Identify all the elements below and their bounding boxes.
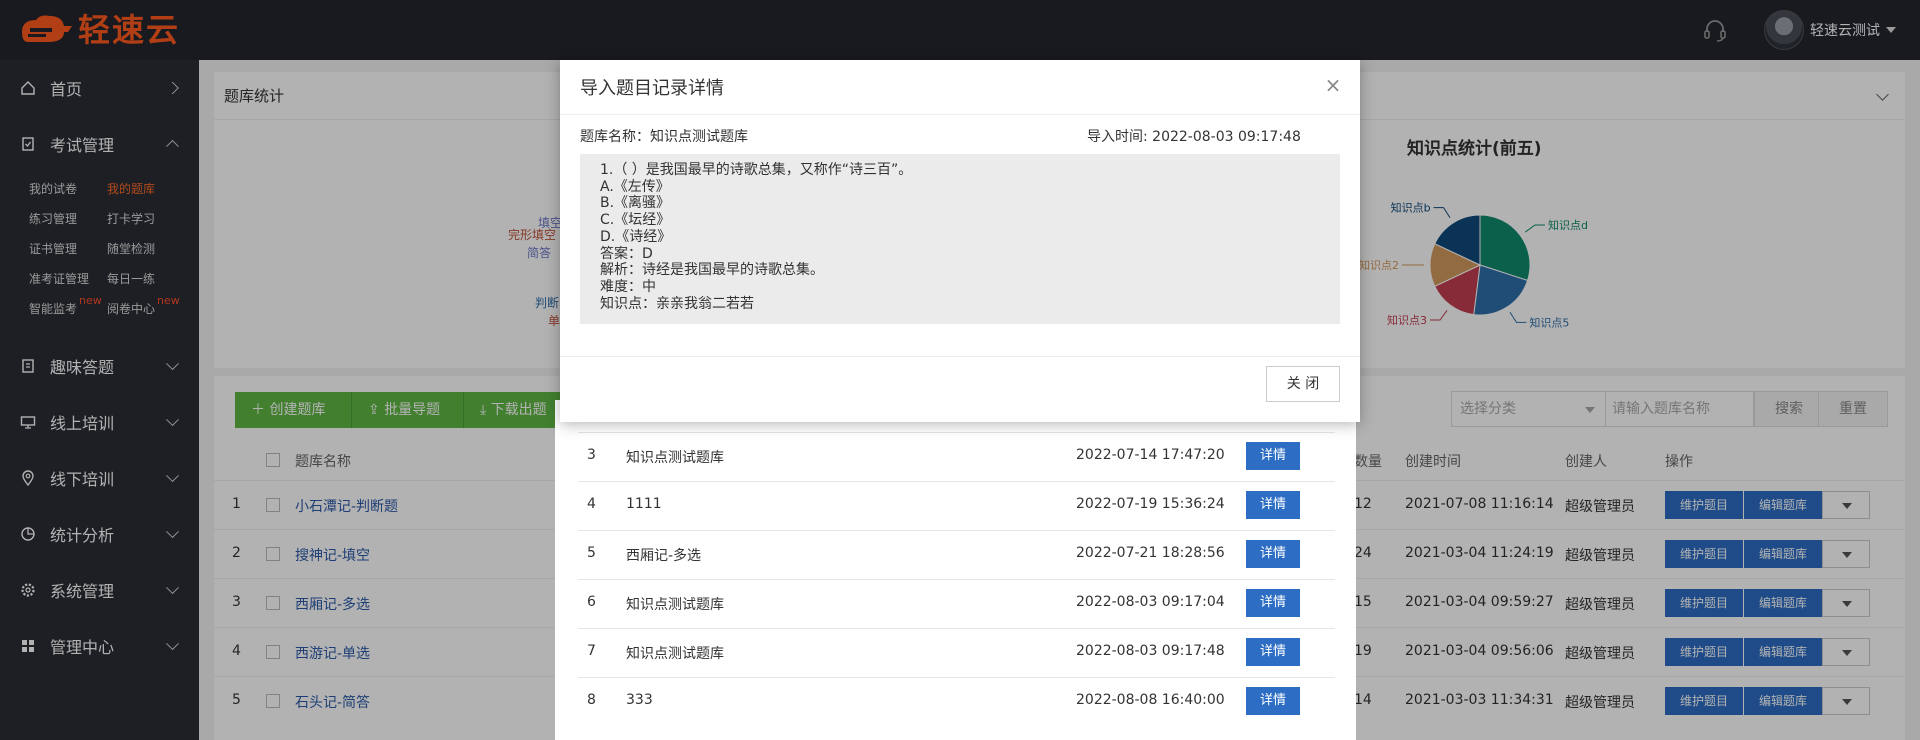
import-time: 2022-07-14 17:47:20 (1076, 447, 1225, 463)
question-line: 知识点：亲亲我翁二若若 (600, 295, 754, 312)
import-bank-name: 1111 (626, 496, 662, 512)
detail-button[interactable]: 详情 (1246, 442, 1300, 470)
question-line: B.《离骚》 (600, 195, 671, 212)
modal-divider (560, 356, 1360, 357)
import-row-number: 8 (587, 692, 596, 708)
import-time: 2022-08-03 09:17:48 (1076, 643, 1225, 659)
close-button[interactable]: 关 闭 (1266, 366, 1340, 402)
import-time: 2022-08-03 09:17:04 (1076, 594, 1225, 610)
question-line: C.《坛经》 (600, 212, 671, 229)
import-row-number: 7 (587, 643, 596, 659)
import-detail-modal: 导入题目记录详情 × 题库名称：知识点测试题库 导入时间: 2022-08-03… (560, 60, 1360, 422)
detail-button[interactable]: 详情 (1246, 540, 1300, 568)
question-line: A.《左传》 (600, 178, 670, 195)
detail-button[interactable]: 详情 (1246, 589, 1300, 617)
import-bank-name: 知识点测试题库 (626, 450, 724, 466)
import-bank-name: 知识点测试题库 (626, 646, 724, 662)
question-line: D.《诗经》 (600, 228, 672, 245)
bank-name-meta: 题库名称：知识点测试题库 (580, 129, 748, 145)
modal-title: 导入题目记录详情 (560, 60, 1360, 115)
import-time: 2022-07-19 15:36:24 (1076, 496, 1225, 512)
question-line: 解析：诗经是我国最早的诗歌总集。 (600, 262, 824, 279)
import-row-number: 5 (587, 545, 596, 561)
detail-button[interactable]: 详情 (1246, 687, 1300, 715)
import-bank-name: 知识点测试题库 (626, 597, 724, 613)
import-row-number: 4 (587, 496, 596, 512)
question-line: 难度：中 (600, 278, 656, 295)
import-bank-name: 西厢记-多选 (626, 548, 702, 564)
import-bank-name: 333 (626, 692, 653, 708)
import-time-meta: 导入时间: 2022-08-03 09:17:48 (1087, 129, 1301, 145)
question-content: 1.（ ）是我国最早的诗歌总集，又称作“诗三百”。 A.《左传》 B.《离骚》 … (580, 154, 1340, 324)
import-time: 2022-07-21 18:28:56 (1076, 545, 1225, 561)
question-line: 1.（ ）是我国最早的诗歌总集，又称作“诗三百”。 (600, 162, 913, 178)
close-icon[interactable]: × (1324, 75, 1342, 95)
detail-button[interactable]: 详情 (1246, 491, 1300, 519)
import-row-number: 6 (587, 594, 596, 610)
detail-button[interactable]: 详情 (1246, 638, 1300, 666)
import-row-number: 3 (587, 447, 596, 463)
question-line: 答案：D (600, 245, 653, 262)
import-time: 2022-08-08 16:40:00 (1076, 692, 1225, 708)
